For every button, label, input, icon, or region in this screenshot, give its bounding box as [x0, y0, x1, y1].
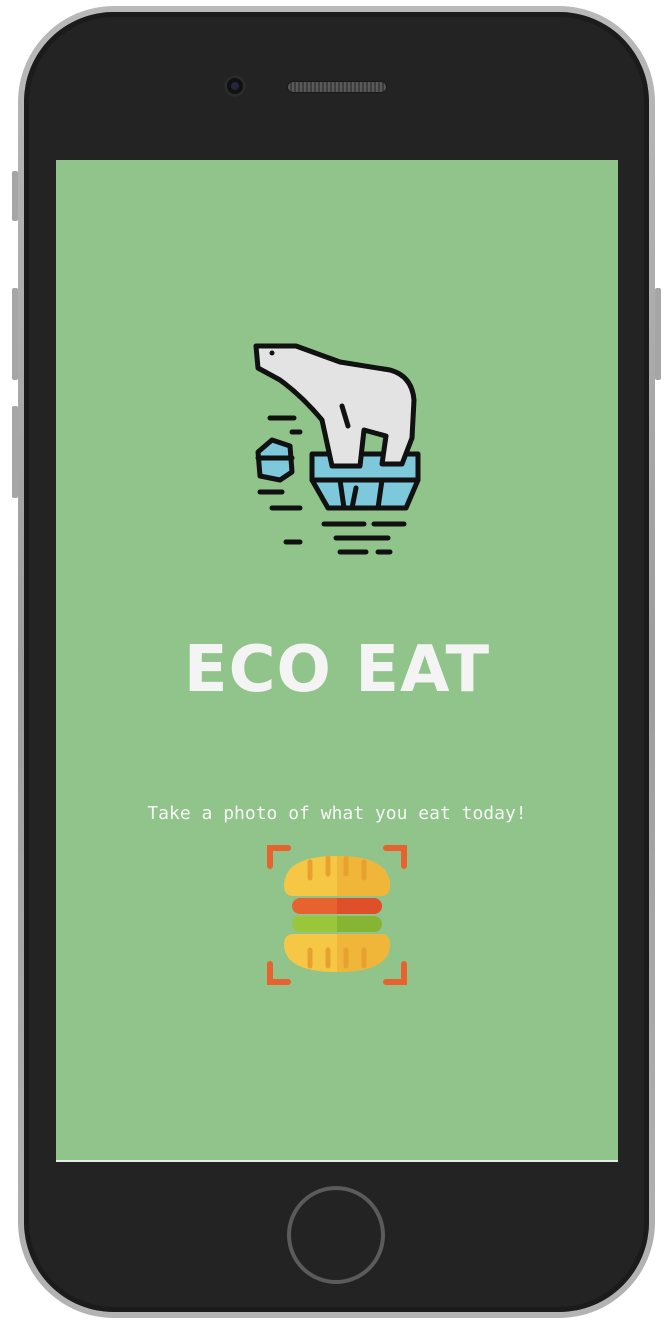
- front-camera: [224, 75, 246, 97]
- burger-scan-icon[interactable]: [266, 844, 408, 986]
- volume-down-button: [12, 406, 18, 498]
- earpiece-speaker: [287, 81, 387, 93]
- home-button[interactable]: [287, 1186, 385, 1284]
- mute-switch: [12, 171, 18, 221]
- screen-edge: [56, 1160, 618, 1162]
- tagline-text: Take a photo of what you eat today!: [147, 803, 527, 824]
- app-screen: ECO EAT Take a photo of what you eat tod…: [56, 160, 618, 1160]
- power-button: [655, 288, 661, 380]
- volume-up-button: [12, 288, 18, 380]
- polar-bear-on-ice-icon: [253, 343, 421, 555]
- app-title: ECO EAT: [183, 633, 491, 707]
